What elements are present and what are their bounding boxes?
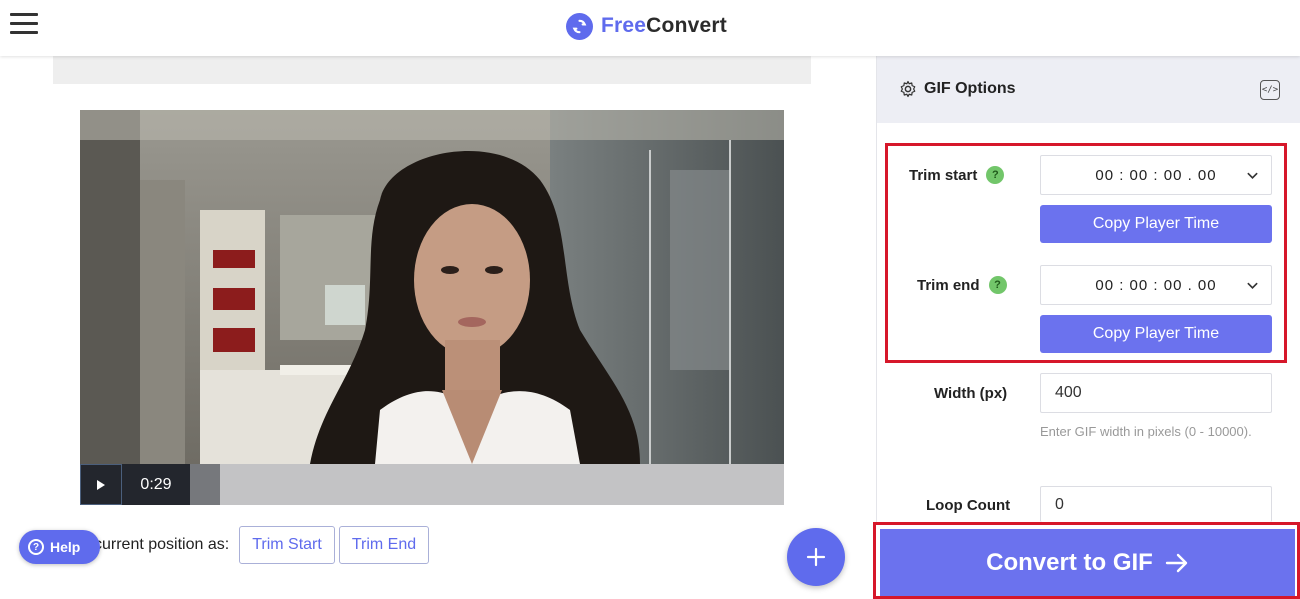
brand-logo-link[interactable]: FreeConvert (566, 11, 727, 41)
set-position-label: current position as: (94, 536, 230, 553)
convert-highlight-box: Convert to GIF (873, 522, 1300, 599)
trim-end-value: 00 : 00 : 00 . 00 (1095, 276, 1217, 294)
play-icon (97, 479, 105, 490)
width-input[interactable]: 400 (1040, 373, 1272, 413)
trim-start-select[interactable]: 00 : 00 : 00 . 00 (1040, 155, 1272, 195)
brand-name: FreeConvert (601, 14, 727, 38)
plus-icon (806, 547, 826, 567)
trim-end-label: Trim end ? (917, 276, 1007, 294)
chevron-down-icon (1247, 282, 1258, 290)
brand-name-convert: Convert (646, 14, 727, 37)
progress-played-segment[interactable] (190, 464, 220, 505)
gif-options-title: GIF Options (899, 80, 1016, 98)
top-bar: FreeConvert (0, 0, 1300, 56)
trim-end-label-text: Trim end (917, 276, 980, 294)
trim-start-value: 00 : 00 : 00 . 00 (1095, 166, 1217, 184)
hamburger-menu-icon[interactable] (10, 13, 38, 37)
gif-options-header: GIF Options </> (877, 56, 1300, 123)
video-frame-image (80, 110, 784, 464)
gear-icon (900, 80, 916, 98)
video-controls-bar[interactable]: 0:29 (80, 464, 784, 505)
set-trim-start-button[interactable]: Trim Start (239, 526, 335, 564)
arrow-right-icon (1165, 553, 1188, 572)
add-files-button[interactable] (787, 528, 845, 586)
play-button[interactable] (80, 464, 122, 505)
trim-end-copy-player-time-button[interactable]: Copy Player Time (1040, 315, 1272, 353)
width-hint: Enter GIF width in pixels (0 - 10000). (1040, 424, 1252, 439)
code-icon[interactable]: </> (1260, 80, 1280, 100)
trim-end-help-icon[interactable]: ? (988, 276, 1007, 294)
trim-end-select[interactable]: 00 : 00 : 00 . 00 (1040, 265, 1272, 305)
trim-start-label-text: Trim start (909, 166, 978, 184)
freeconvert-logo-icon (566, 12, 593, 40)
trim-start-copy-player-time-button[interactable]: Copy Player Time (1040, 205, 1272, 243)
help-button[interactable]: ? Help (19, 530, 100, 564)
convert-label: Convert to GIF (986, 548, 1153, 576)
loop-count-input[interactable]: 0 (1040, 486, 1272, 522)
loop-count-label: Loop Count (926, 497, 1011, 514)
gif-options-title-text: GIF Options (924, 80, 1016, 97)
trim-start-label: Trim start ? (909, 166, 1005, 184)
set-trim-end-button[interactable]: Trim End (338, 526, 430, 564)
current-time-display: 0:29 (122, 464, 190, 505)
trim-start-help-icon[interactable]: ? (986, 166, 1005, 184)
help-label: Help (50, 539, 81, 555)
width-label: Width (px) (934, 385, 1008, 402)
convert-to-gif-button[interactable]: Convert to GIF (880, 529, 1295, 596)
chevron-down-icon (1247, 172, 1258, 180)
brand-name-free: Free (601, 14, 647, 37)
help-circle-icon: ? (28, 539, 44, 555)
video-preview[interactable] (80, 110, 784, 464)
set-position-row: current position as: Trim Start Trim End (94, 526, 433, 564)
file-info-strip (53, 56, 811, 84)
